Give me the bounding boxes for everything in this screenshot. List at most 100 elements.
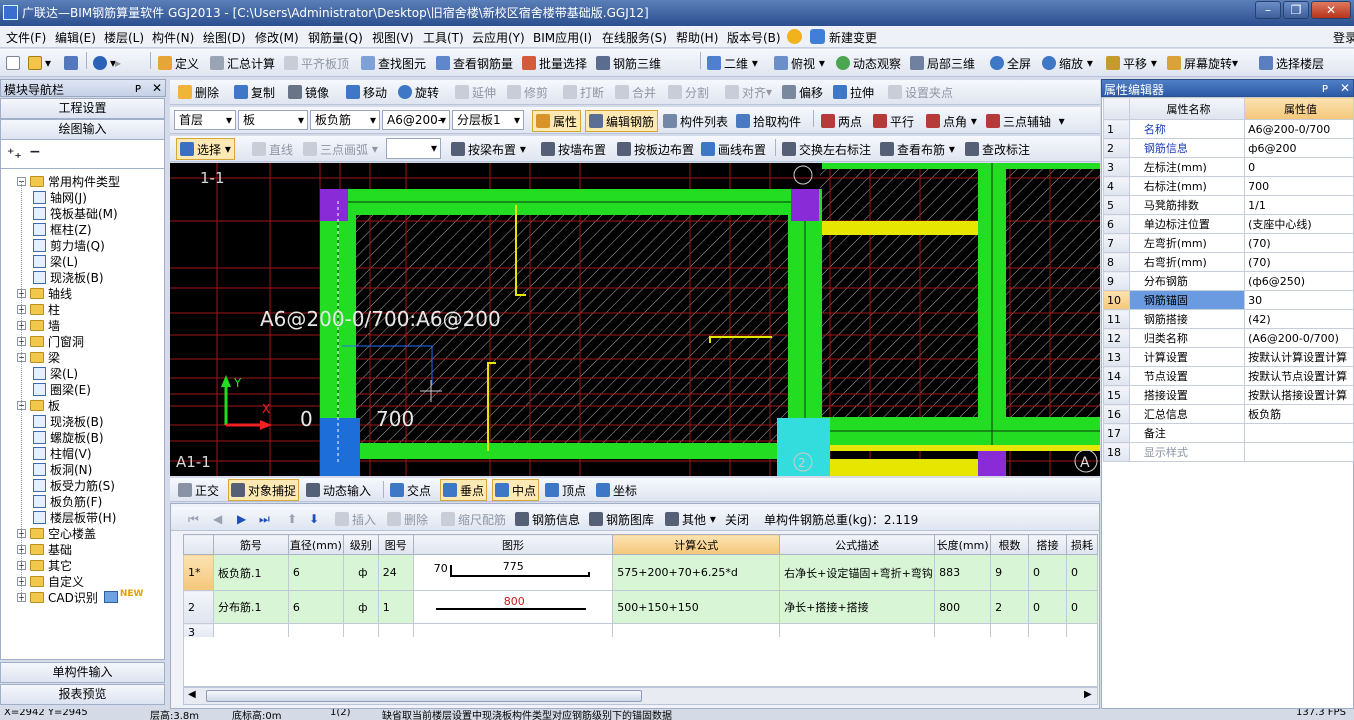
tree-item[interactable]: 螺旋板(B) xyxy=(33,429,104,445)
tree-item[interactable]: 圈梁(E) xyxy=(33,381,91,397)
perpendicular-snap[interactable]: 垂点 xyxy=(440,479,488,501)
minimize-button[interactable]: – xyxy=(1255,1,1281,19)
pan-button[interactable]: 平移 ▾ xyxy=(1106,52,1157,74)
prev-row-icon[interactable]: ◀ xyxy=(213,508,222,530)
table-row[interactable]: 1* 板负筋.1 6 ф 24 70 775 575+200+70+6.25*d… xyxy=(183,554,1099,591)
col-header-lap[interactable]: 搭接 xyxy=(1028,534,1067,555)
two-point-button[interactable]: 两点 xyxy=(821,110,862,132)
find-element-button[interactable]: 查找图元 xyxy=(361,52,426,74)
property-table[interactable]: 属性名称 属性值 1 名称 A6@200-0/700 2 钢筋信息 ф6@200 3 左标注(… xyxy=(1103,97,1354,462)
cell-bar-name[interactable]: 板负筋.1 xyxy=(212,554,289,591)
move-button[interactable]: 移动 xyxy=(346,81,387,103)
property-value[interactable]: (支座中心线) xyxy=(1244,214,1354,234)
dynamic-input-toggle[interactable]: 动态输入 xyxy=(306,479,371,501)
pick-component-button[interactable]: 拾取构件 xyxy=(736,110,801,132)
tree-item[interactable]: 框柱(Z) xyxy=(33,221,92,237)
draw-input-button[interactable]: 绘图输入 xyxy=(0,119,165,140)
cell-lap[interactable]: 0 xyxy=(1028,590,1067,624)
property-row[interactable]: 18 显示样式 xyxy=(1103,442,1354,462)
tree-item[interactable]: 现浇板(B) xyxy=(33,269,104,285)
col-header-description[interactable]: 公式描述 xyxy=(779,534,936,555)
tree-item[interactable]: 轴网(J) xyxy=(33,189,87,205)
tree-item[interactable]: 梁(L) xyxy=(33,365,78,381)
zoom-button[interactable]: 缩放 ▾ xyxy=(1042,52,1093,74)
close-button[interactable]: ✕ xyxy=(1311,1,1351,19)
property-value[interactable]: 700 xyxy=(1244,176,1354,196)
category-select[interactable]: 板 ▾ xyxy=(238,110,308,130)
tree-item[interactable]: 板洞(N) xyxy=(33,461,92,477)
menu-version[interactable]: 版本号(B) xyxy=(727,29,781,46)
local-3d-button[interactable]: 局部三维 xyxy=(910,52,975,74)
report-preview-button[interactable]: 报表预览 xyxy=(0,684,165,705)
copy-button[interactable]: 复制 xyxy=(234,81,275,103)
rotate-button[interactable]: 旋转 xyxy=(398,81,439,103)
cell-loss[interactable]: 0 xyxy=(1065,554,1099,591)
property-value[interactable] xyxy=(1244,423,1354,443)
tree-item[interactable]: − 板 xyxy=(17,397,60,413)
col-header-loss[interactable]: 损耗 xyxy=(1065,534,1099,555)
property-row[interactable]: 2 钢筋信息 ф6@200 xyxy=(1103,138,1354,158)
property-row[interactable]: 14 节点设置 按默认节点设置计算 xyxy=(1103,366,1354,386)
tree-item[interactable]: − 梁 xyxy=(17,349,60,365)
tree-item[interactable]: 现浇板(B) xyxy=(33,413,104,429)
nav-close-icon[interactable]: ✕ xyxy=(152,81,162,95)
property-row[interactable]: 1 名称 A6@200-0/700 xyxy=(1103,119,1354,139)
menu-new-change[interactable]: 新建变更 xyxy=(829,29,877,46)
cell-grade[interactable]: ф xyxy=(342,590,379,624)
expand-all-icon[interactable]: ⁺₊ xyxy=(7,146,22,162)
menu-help[interactable]: 帮助(H) xyxy=(676,29,718,46)
col-header-bar-no[interactable]: 筋号 xyxy=(212,534,289,555)
col-header-grade[interactable]: 级别 xyxy=(342,534,379,555)
open-file-icon[interactable]: ▾ xyxy=(28,52,51,74)
tree-item[interactable]: 剪力墙(Q) xyxy=(33,237,105,253)
property-row[interactable]: 4 右标注(mm) 700 xyxy=(1103,176,1354,196)
cell-shape[interactable]: 800 xyxy=(412,590,614,624)
offset-button[interactable]: 偏移 xyxy=(782,81,823,103)
cell-figure-no[interactable]: 1 xyxy=(377,590,414,624)
scale-rebar-button[interactable]: 缩尺配筋 xyxy=(441,508,506,530)
delete-row-button[interactable]: 删除 xyxy=(387,508,428,530)
place-by-wall-button[interactable]: 按墙布置 xyxy=(541,138,606,160)
maximize-button[interactable]: ❐ xyxy=(1283,1,1309,19)
layer-select[interactable]: 分层板1 ▾ xyxy=(452,110,524,130)
edit-label-button[interactable]: 查改标注 xyxy=(965,138,1030,160)
tree-item[interactable]: + 自定义 xyxy=(17,573,84,589)
close-panel-button[interactable]: 关闭 xyxy=(725,508,749,530)
undo-icon[interactable]: ▾ xyxy=(93,52,116,74)
property-value[interactable] xyxy=(1244,442,1354,462)
cell-formula[interactable]: 500+150+150 xyxy=(612,590,781,624)
other-button[interactable]: 其他 ▾ xyxy=(665,508,716,530)
menu-tools[interactable]: 工具(T) xyxy=(423,29,464,46)
props-close-icon[interactable]: ✕ xyxy=(1340,81,1350,95)
tree-item[interactable]: + 空心楼盖 xyxy=(17,525,96,541)
property-value[interactable]: 按默认计算设置计算 xyxy=(1244,347,1354,367)
property-row[interactable]: 15 搭接设置 按默认搭接设置计算 xyxy=(1103,385,1354,405)
col-header-diameter[interactable]: 直径(mm) xyxy=(287,534,344,555)
menu-view[interactable]: 视图(V) xyxy=(372,29,414,46)
stretch-button[interactable]: 拉伸 xyxy=(833,81,874,103)
set-grip-button[interactable]: 设置夹点 xyxy=(888,81,953,103)
cell-loss[interactable]: 0 xyxy=(1065,590,1099,624)
cell-figure-no[interactable]: 24 xyxy=(377,554,414,591)
cell-diameter[interactable]: 6 xyxy=(287,554,344,591)
collapse-all-icon[interactable]: − xyxy=(29,144,41,160)
line-button[interactable]: 直线 xyxy=(252,138,293,160)
property-value[interactable]: (42) xyxy=(1244,309,1354,329)
arc-param-select[interactable]: ▾ xyxy=(386,138,441,159)
menu-draw[interactable]: 绘图(D) xyxy=(203,29,246,46)
component-type-select[interactable]: 板负筋 ▾ xyxy=(310,110,380,130)
property-value[interactable]: (A6@200-0/700) xyxy=(1244,328,1354,348)
cell-formula[interactable]: 575+200+70+6.25*d xyxy=(612,554,781,591)
object-snap-toggle[interactable]: 对象捕捉 xyxy=(228,479,300,501)
tree-item[interactable]: + 门窗洞 xyxy=(17,333,84,349)
screen-rotate-button[interactable]: 屏幕旋转 ▾ xyxy=(1167,52,1238,74)
properties-button[interactable]: 属性 xyxy=(532,110,582,132)
vertex-snap[interactable]: 顶点 xyxy=(545,479,586,501)
rebar-info-button[interactable]: 钢筋信息 xyxy=(515,508,580,530)
scroll-right-icon[interactable]: ▶ xyxy=(1084,689,1092,700)
split-button[interactable]: 分割 xyxy=(668,81,709,103)
tree-item[interactable]: 楼层板带(H) xyxy=(33,509,116,525)
new-file-icon[interactable] xyxy=(6,52,23,74)
col-header-formula[interactable]: 计算公式 xyxy=(612,534,781,555)
col-header-figure-no[interactable]: 图号 xyxy=(377,534,414,555)
